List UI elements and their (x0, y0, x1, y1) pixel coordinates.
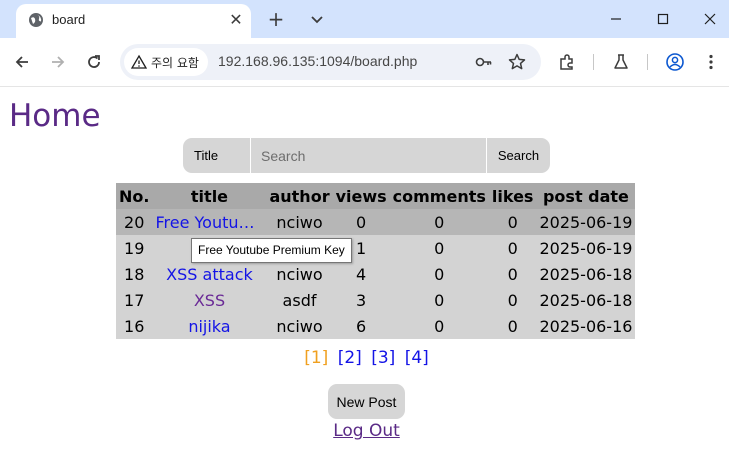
post-comments: 0 (389, 209, 489, 235)
page-link-3[interactable]: [3] (371, 348, 395, 368)
post-number: 19 (116, 235, 153, 261)
globe-icon (29, 13, 43, 27)
tab-strip: board ✕ + (0, 0, 729, 38)
column-header-views: views (332, 183, 390, 209)
page-link-4[interactable]: [4] (405, 348, 429, 368)
post-number: 17 (116, 287, 153, 313)
address-bar[interactable]: 주의 요함 192.168.96.135:1094/board.php (120, 44, 541, 80)
post-likes: 0 (488, 261, 537, 287)
column-header-post-date: post date (536, 183, 636, 209)
flask-icon[interactable] (611, 52, 631, 72)
post-title-link[interactable]: Free Youtube Premium Key (155, 213, 263, 232)
new-post-button[interactable]: New Post (328, 384, 405, 419)
back-arrow-icon[interactable] (12, 52, 32, 72)
star-icon[interactable] (507, 52, 527, 72)
post-author: nciwo (266, 313, 333, 339)
post-views: 4 (332, 261, 390, 287)
post-likes: 0 (488, 313, 537, 339)
more-menu-icon[interactable] (701, 52, 721, 72)
maximize-icon[interactable] (653, 9, 673, 29)
column-header-no: No. (116, 183, 153, 209)
column-header-title: title (152, 183, 267, 209)
minimize-icon[interactable] (606, 9, 626, 29)
search-bar: Title Search (183, 138, 550, 173)
post-author: asdf (266, 287, 333, 313)
post-comments: 0 (389, 313, 489, 339)
post-title-link[interactable]: XSS attack (166, 265, 253, 284)
post-title-link[interactable]: XSS (194, 291, 225, 310)
page-title: Home (9, 98, 101, 134)
table-header-row: No. title author views comments likes po… (116, 183, 636, 209)
post-date: 2025-06-19 (536, 235, 636, 261)
column-header-likes: likes (488, 183, 537, 209)
post-likes: 0 (488, 235, 537, 261)
profile-icon[interactable] (665, 52, 685, 72)
post-likes: 0 (488, 287, 537, 313)
post-comments: 0 (389, 287, 489, 313)
extensions-icon[interactable] (557, 52, 577, 72)
table-row[interactable]: 18 XSS attack nciwo 4 0 0 2025-06-18 (116, 261, 636, 287)
forward-arrow-icon[interactable] (48, 52, 68, 72)
pagination: [1] [2] [3] [4] (0, 348, 729, 368)
post-number: 20 (116, 209, 153, 235)
warning-icon (131, 54, 147, 69)
post-number: 16 (116, 313, 153, 339)
table-row[interactable]: 16 nijika nciwo 6 0 0 2025-06-16 (116, 313, 636, 339)
post-views: 6 (332, 313, 390, 339)
post-views: 3 (332, 287, 390, 313)
close-icon[interactable]: ✕ (227, 11, 245, 29)
toolbar-divider (647, 54, 648, 70)
title-tooltip: Free Youtube Premium Key (191, 238, 352, 263)
post-author: nciwo (266, 261, 333, 287)
post-comments: 0 (389, 235, 489, 261)
toolbar-divider (593, 54, 594, 70)
tab-title: board (52, 12, 86, 27)
table-row[interactable]: 17 XSS asdf 3 0 0 2025-06-18 (116, 287, 636, 313)
logout-link[interactable]: Log Out (333, 421, 400, 441)
security-warning-text: 주의 요함 (151, 56, 199, 70)
search-input[interactable] (250, 138, 486, 173)
post-title-cell: Free Youtube Premium Key (152, 209, 267, 235)
post-title-link[interactable]: nijika (188, 317, 230, 336)
post-title-cell: XSS attack (152, 261, 267, 287)
chevron-down-icon[interactable] (307, 9, 327, 29)
post-date: 2025-06-19 (536, 209, 636, 235)
post-date: 2025-06-18 (536, 261, 636, 287)
new-tab-icon[interactable]: + (264, 8, 288, 30)
post-comments: 0 (389, 261, 489, 287)
search-type-select[interactable]: Title (183, 138, 250, 173)
post-likes: 0 (488, 209, 537, 235)
page-link-2[interactable]: [2] (338, 348, 362, 368)
column-header-comments: comments (389, 183, 489, 209)
logout-container: Log Out (0, 421, 729, 441)
post-title-cell: XSS (152, 287, 267, 313)
browser-toolbar: 주의 요함 192.168.96.135:1094/board.php (0, 38, 729, 87)
url-text[interactable]: 192.168.96.135:1094/board.php (218, 53, 417, 69)
post-date: 2025-06-18 (536, 287, 636, 313)
window-close-icon[interactable] (700, 9, 720, 29)
post-number: 18 (116, 261, 153, 287)
reload-icon[interactable] (84, 52, 104, 72)
post-author: nciwo (266, 209, 333, 235)
key-icon[interactable] (474, 52, 494, 72)
search-button[interactable]: Search (486, 138, 550, 173)
security-warning-chip[interactable]: 주의 요함 (124, 48, 208, 76)
table-row[interactable]: 20 Free Youtube Premium Key nciwo 0 0 0 … (116, 209, 636, 235)
post-date: 2025-06-16 (536, 313, 636, 339)
column-header-author: author (266, 183, 333, 209)
browser-tab[interactable]: board ✕ (16, 4, 251, 38)
post-title-cell: nijika (152, 313, 267, 339)
page-link-1[interactable]: [1] (304, 348, 328, 368)
post-views: 0 (332, 209, 390, 235)
